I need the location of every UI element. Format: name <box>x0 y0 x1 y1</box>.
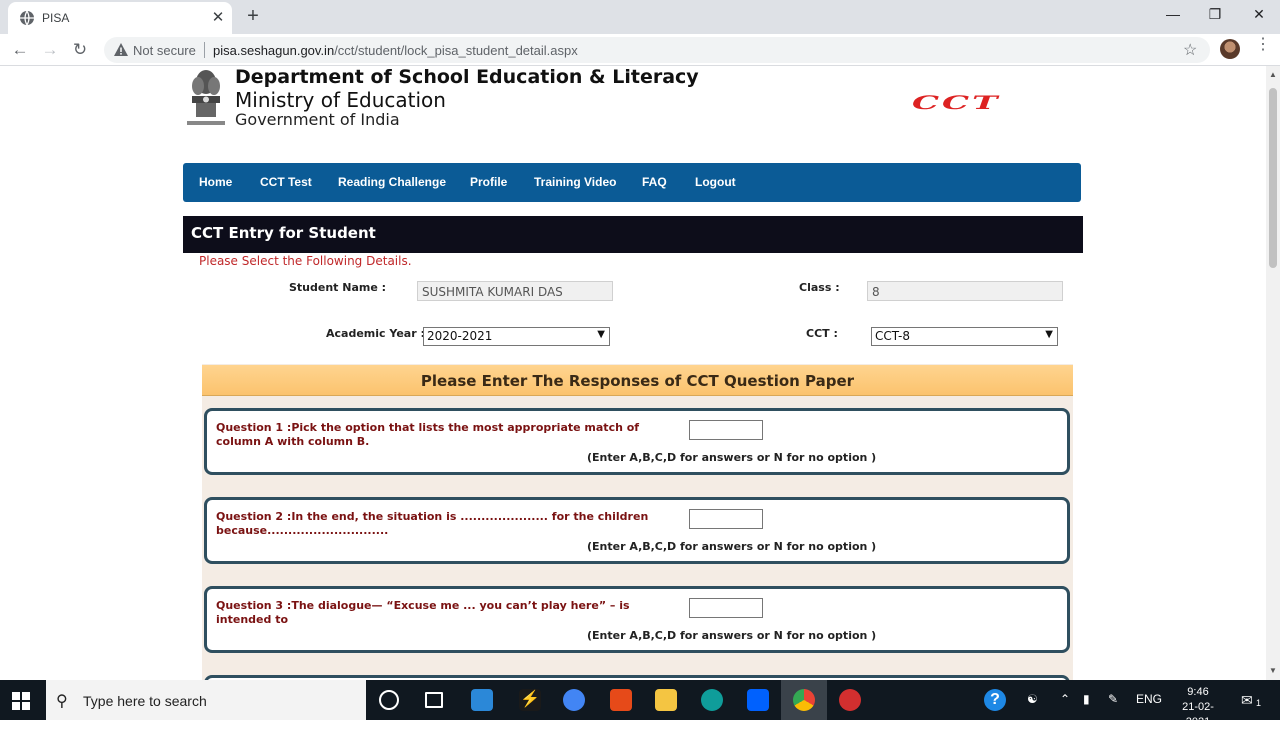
browser-tab[interactable]: PISA ✕ <box>8 2 232 34</box>
answer-hint: (Enter A,B,C,D for answers or N for no o… <box>587 451 877 464</box>
search-icon: ⚲ <box>56 693 68 710</box>
nav-faq[interactable]: FAQ <box>642 175 667 189</box>
windows-taskbar: ⚲ Type here to search ⚡ ? ☯ ⌃ ▮ ✎ ENG 9:… <box>0 680 1280 728</box>
instruction-text: Please Select the Following Details. <box>199 254 412 268</box>
main-nav: Home CCT Test Reading Challenge Profile … <box>183 163 1081 202</box>
answer-input[interactable] <box>689 598 763 618</box>
section-title: CCT Entry for Student <box>191 224 376 242</box>
url-path: /cct/student/lock_pisa_student_detail.as… <box>334 43 578 58</box>
address-separator <box>204 42 205 58</box>
scroll-down-icon[interactable]: ▼ <box>1269 666 1277 675</box>
notifications-icon[interactable]: ✉ <box>1241 692 1253 709</box>
question-text: Question 2 :In the end, the situation is… <box>216 510 649 537</box>
edge-icon[interactable] <box>701 689 723 711</box>
academic-year-value: 2020-2021 <box>427 329 493 343</box>
window-close-icon[interactable]: ✕ <box>1236 0 1280 30</box>
nav-training-video[interactable]: Training Video <box>534 175 616 189</box>
address-bar[interactable]: Not secure pisa.seshagun.gov.in/cct/stud… <box>104 37 1210 63</box>
forward-icon[interactable]: → <box>38 38 62 62</box>
globe-icon <box>20 10 34 26</box>
battery-icon[interactable]: ▮ <box>1083 692 1090 706</box>
bookmark-star-icon[interactable]: ☆ <box>1183 40 1197 60</box>
chevron-down-icon: ▼ <box>597 329 605 340</box>
chrome-canary-icon[interactable] <box>563 689 585 711</box>
nav-profile[interactable]: Profile <box>470 175 507 189</box>
academic-year-label: Academic Year : <box>326 327 425 340</box>
question-card: Question 2 :In the end, the situation is… <box>204 497 1070 564</box>
question-card: Question 3 :The dialogue— “Excuse me ...… <box>204 586 1070 653</box>
file-explorer-icon[interactable] <box>655 689 677 711</box>
class-field[interactable]: 8 <box>867 281 1063 301</box>
page-scrollbar[interactable]: ▲ ▼ <box>1266 66 1280 680</box>
pen-icon[interactable]: ✎ <box>1108 692 1118 706</box>
profile-avatar[interactable] <box>1220 39 1240 59</box>
section-header: CCT Entry for Student <box>183 216 1083 253</box>
clock-date: 21-02-2021 <box>1182 701 1214 728</box>
cct-logo: CCT <box>912 92 1001 114</box>
class-label: Class : <box>799 281 840 294</box>
academic-year-select[interactable]: 2020-2021 ▼ <box>423 327 610 346</box>
answer-input[interactable] <box>689 420 763 440</box>
office-icon[interactable] <box>610 689 632 711</box>
cct-select[interactable]: CCT-8 ▼ <box>871 327 1058 346</box>
responses-header: Please Enter The Responses of CCT Questi… <box>202 365 1073 396</box>
url-host: pisa.seshagun.gov.in <box>213 43 335 58</box>
browser-toolbar: ← → ↻ Not secure pisa.seshagun.gov.in/cc… <box>0 34 1280 66</box>
question-card: Question 1 :Pick the option that lists t… <box>204 408 1070 475</box>
back-icon[interactable]: ← <box>8 38 32 62</box>
nav-cct-test[interactable]: CCT Test <box>260 175 312 189</box>
help-icon[interactable]: ? <box>984 689 1006 711</box>
nav-home[interactable]: Home <box>199 175 232 189</box>
warning-icon <box>114 43 128 56</box>
notification-count: 1 <box>1256 698 1262 708</box>
chevron-down-icon: ▼ <box>1045 329 1053 340</box>
restore-icon[interactable]: ❐ <box>1192 0 1238 30</box>
task-view-icon[interactable] <box>425 692 443 708</box>
cct-value: CCT-8 <box>875 329 910 343</box>
dropbox-icon[interactable] <box>747 689 769 711</box>
nav-logout[interactable]: Logout <box>695 175 736 189</box>
people-icon[interactable]: ☯ <box>1027 692 1038 706</box>
answer-input[interactable] <box>689 509 763 529</box>
reload-icon[interactable]: ↻ <box>68 38 92 62</box>
browser-menu-icon[interactable]: ⋮ <box>1255 37 1271 53</box>
winamp-icon[interactable]: ⚡ <box>519 689 541 711</box>
taskbar-search[interactable]: ⚲ Type here to search <box>46 680 366 720</box>
windows-start-icon[interactable] <box>12 692 30 710</box>
minimize-icon[interactable]: — <box>1150 0 1196 30</box>
show-hidden-icons-icon[interactable]: ⌃ <box>1060 692 1070 706</box>
clock-time: 9:46 <box>1187 686 1209 698</box>
screen-recorder-icon[interactable] <box>839 689 861 711</box>
question-text: Question 3 :The dialogue— “Excuse me ...… <box>216 599 630 626</box>
security-status[interactable]: Not secure <box>133 43 196 58</box>
student-name-field[interactable]: SUSHMITA KUMARI DAS <box>417 281 613 301</box>
department-title: Department of School Education & Literac… <box>235 66 699 88</box>
url-text[interactable]: pisa.seshagun.gov.in/cct/student/lock_pi… <box>213 43 578 58</box>
nav-reading-challenge[interactable]: Reading Challenge <box>338 175 446 189</box>
mail-icon[interactable] <box>471 689 493 711</box>
scroll-up-icon[interactable]: ▲ <box>1269 70 1277 79</box>
answer-hint: (Enter A,B,C,D for answers or N for no o… <box>587 540 877 553</box>
browser-tab-strip: PISA ✕ + — ❐ ✕ <box>0 0 1280 34</box>
student-name-label: Student Name : <box>289 281 387 294</box>
language-indicator[interactable]: ENG <box>1136 692 1162 706</box>
new-tab-button[interactable]: + <box>242 5 264 27</box>
search-placeholder: Type here to search <box>83 693 207 709</box>
tab-title: PISA <box>42 11 70 25</box>
chrome-icon[interactable] <box>793 689 815 711</box>
scroll-thumb[interactable] <box>1269 88 1277 268</box>
question-text: Question 1 :Pick the option that lists t… <box>216 421 640 448</box>
answer-hint: (Enter A,B,C,D for answers or N for no o… <box>587 629 877 642</box>
government-title: Government of India <box>235 110 400 129</box>
national-emblem-icon <box>187 70 225 125</box>
cortana-icon[interactable] <box>379 690 399 710</box>
tab-close-icon[interactable]: ✕ <box>208 8 228 28</box>
ministry-title: Ministry of Education <box>235 88 446 112</box>
cct-label: CCT : <box>806 327 838 340</box>
web-page: Department of School Education & Literac… <box>0 66 1266 680</box>
responses-heading: Please Enter The Responses of CCT Questi… <box>420 372 855 390</box>
system-clock[interactable]: 9:46 21-02-2021 <box>1170 685 1226 730</box>
